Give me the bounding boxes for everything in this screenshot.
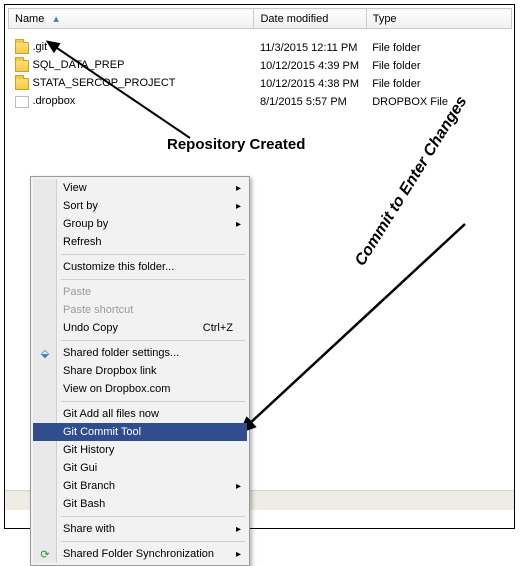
menu-item[interactable]: Git Gui <box>33 459 247 477</box>
file-row[interactable]: .git 11/3/2015 12:11 PMFile folder <box>9 39 512 57</box>
file-date: 10/12/2015 4:39 PM <box>254 57 366 75</box>
menu-item[interactable]: Git Add all files now <box>33 405 247 423</box>
menu-item[interactable]: View <box>33 179 247 197</box>
file-list-table: Name ▴ Date modified Type .git 11/3/2015 … <box>8 8 512 111</box>
file-type: File folder <box>366 39 511 57</box>
menu-item-label: Group by <box>63 218 233 230</box>
menu-item[interactable]: Undo CopyCtrl+Z <box>33 319 247 337</box>
menu-item-label: Shared Folder Synchronization <box>63 548 233 560</box>
menu-item[interactable]: View on Dropbox.com <box>33 380 247 398</box>
menu-item-label: Customize this folder... <box>63 261 233 273</box>
file-date: 11/3/2015 12:11 PM <box>254 39 366 57</box>
file-name: .dropbox <box>33 95 76 107</box>
file-row[interactable]: .dropbox 8/1/2015 5:57 PMDROPBOX File <box>9 93 512 111</box>
menu-separator <box>61 340 245 341</box>
file-name: STATA_SERCOP_PROJECT <box>33 77 176 89</box>
menu-separator <box>61 516 245 517</box>
menu-item: Paste shortcut <box>33 301 247 319</box>
file-date: 10/12/2015 4:38 PM <box>254 75 366 93</box>
menu-item[interactable]: Git Commit Tool <box>33 423 247 441</box>
annotation-repo-created: Repository Created <box>167 136 305 153</box>
menu-item-label: Paste <box>63 286 233 298</box>
file-name: .git <box>33 41 48 53</box>
menu-item[interactable]: Share with <box>33 520 247 538</box>
menu-item-label: Git Gui <box>63 462 233 474</box>
menu-item-label: View on Dropbox.com <box>63 383 233 395</box>
menu-item[interactable]: Git History <box>33 441 247 459</box>
folder-icon <box>15 60 29 72</box>
menu-separator <box>61 254 245 255</box>
menu-item-label: Git History <box>63 444 233 456</box>
menu-item-label: View <box>63 182 233 194</box>
column-header-date[interactable]: Date modified <box>254 9 366 29</box>
sort-asc-icon: ▴ <box>53 13 59 25</box>
menu-item-label: Share Dropbox link <box>63 365 233 377</box>
menu-item-label: Share with <box>63 523 233 535</box>
menu-item[interactable]: Refresh <box>33 233 247 251</box>
file-row[interactable]: STATA_SERCOP_PROJECT 10/12/2015 4:38 PMFi… <box>9 75 512 93</box>
menu-item-label: Git Bash <box>63 498 233 510</box>
menu-item-label: Paste shortcut <box>63 304 233 316</box>
file-date: 8/1/2015 5:57 PM <box>254 93 366 111</box>
menu-item[interactable]: Sort by <box>33 197 247 215</box>
dropbox-icon: ⬙ <box>38 346 52 360</box>
file-row[interactable]: SQL_DATA_PREP 10/12/2015 4:39 PMFile fold… <box>9 57 512 75</box>
menu-item-label: Sort by <box>63 200 233 212</box>
menu-item[interactable]: ⬙ Shared folder settings... <box>33 344 247 362</box>
file-type: DROPBOX File <box>366 93 511 111</box>
file-icon <box>15 96 29 108</box>
folder-icon <box>15 42 29 54</box>
sync-icon: ⟳ <box>38 547 52 561</box>
column-header-label: Name <box>15 13 44 25</box>
file-type: File folder <box>366 57 511 75</box>
menu-item[interactable]: Git Bash <box>33 495 247 513</box>
menu-item: Paste <box>33 283 247 301</box>
menu-separator <box>61 401 245 402</box>
menu-item[interactable]: Share Dropbox link <box>33 362 247 380</box>
menu-separator <box>61 279 245 280</box>
column-header-label: Date modified <box>260 13 328 25</box>
menu-item[interactable]: Group by <box>33 215 247 233</box>
menu-item[interactable]: Customize this folder... <box>33 258 247 276</box>
menu-item-label: Git Branch <box>63 480 233 492</box>
menu-item-label: Git Commit Tool <box>63 426 233 438</box>
folder-icon <box>15 78 29 90</box>
context-menu: View Sort by Group by Refresh Customize this… <box>30 176 250 566</box>
menu-item-label: Git Add all files now <box>63 408 233 420</box>
menu-item-label: Shared folder settings... <box>63 347 233 359</box>
menu-item-label: Refresh <box>63 236 233 248</box>
menu-item[interactable]: Git Branch <box>33 477 247 495</box>
column-header-name[interactable]: Name ▴ <box>9 9 254 29</box>
file-name: SQL_DATA_PREP <box>33 59 125 71</box>
menu-item-label: Undo Copy <box>63 322 203 334</box>
menu-item-shortcut: Ctrl+Z <box>203 322 233 334</box>
file-type: File folder <box>366 75 511 93</box>
column-header-type[interactable]: Type <box>366 9 511 29</box>
column-header-label: Type <box>373 13 397 25</box>
menu-separator <box>61 541 245 542</box>
menu-item[interactable]: ⟳ Shared Folder Synchronization <box>33 545 247 563</box>
